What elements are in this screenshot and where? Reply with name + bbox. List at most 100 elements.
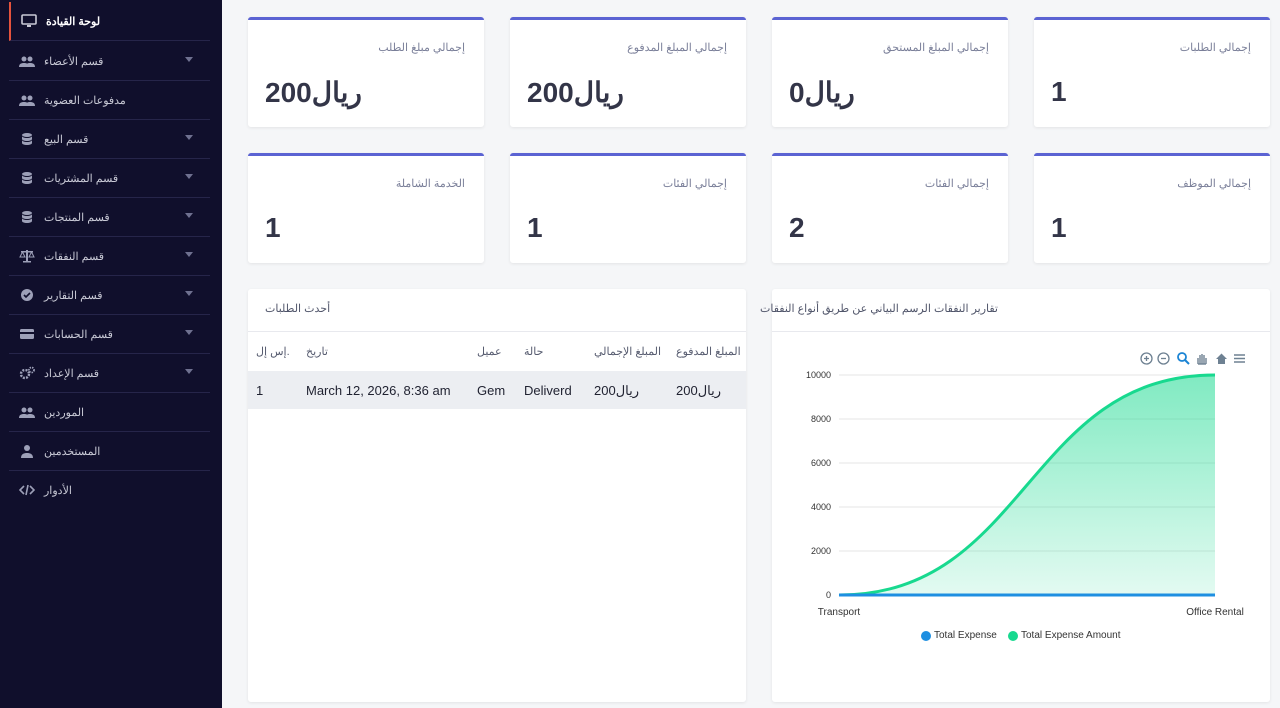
sidebar-item-label: لوحة القيادة — [46, 16, 101, 28]
chevron-down-icon — [185, 135, 193, 140]
sidebar-item-suppliers[interactable]: الموردين — [9, 393, 210, 432]
database-icon — [22, 172, 32, 184]
legend-marker[interactable] — [921, 631, 931, 641]
legend-marker[interactable] — [1008, 631, 1018, 641]
users-icon — [19, 95, 35, 106]
column-header-paid: المبلغ المدفوع — [676, 346, 741, 358]
sidebar-item-label: قسم الأعضاء — [44, 56, 104, 68]
stat-card-total-paid: إجمالي المبلغ المدفوع ريال200 — [510, 17, 746, 127]
column-header-sl: إس إل. — [256, 346, 290, 358]
chevron-down-icon — [185, 291, 193, 296]
sidebar-item-roles[interactable]: الأدوار — [9, 471, 210, 510]
column-header-total: المبلغ الإجمالي — [594, 346, 661, 358]
y-tick-label: 6000 — [811, 458, 831, 468]
y-tick-label: 2000 — [811, 546, 831, 556]
cell-total: ريال200 — [594, 383, 640, 398]
sidebar-item-products[interactable]: قسم المنتجات — [9, 198, 210, 237]
stat-card-value: 1 — [265, 212, 281, 243]
divider — [248, 331, 746, 332]
database-icon — [22, 133, 32, 145]
legend-label[interactable]: Total Expense Amount — [1021, 630, 1121, 641]
chevron-down-icon — [185, 174, 193, 179]
divider — [772, 331, 1270, 332]
chevron-down-icon — [185, 330, 193, 335]
column-header-date: تاريخ — [306, 346, 328, 358]
sidebar: لوحة القيادة قسم الأعضاء مدفوعات العضوية… — [0, 0, 222, 708]
stat-card-comprehensive-service: الخدمة الشاملة 1 — [248, 153, 484, 263]
x-tick-label: Office Rental — [1186, 607, 1244, 618]
stat-card-total-categories: إجمالي الفئات 2 — [772, 153, 1008, 263]
stat-card-title: الخدمة الشاملة — [395, 178, 465, 190]
sidebar-item-label: مدفوعات العضوية — [44, 95, 126, 107]
sidebar-item-label: قسم المنتجات — [44, 212, 110, 224]
sidebar-item-label: المستخدمين — [44, 446, 101, 458]
stat-card-value: ريال0 — [789, 77, 855, 108]
x-tick-label: Transport — [818, 607, 861, 618]
users-icon — [19, 407, 35, 418]
stat-card-total-order-amount: إجمالي مبلغ الطلب ريال200 — [248, 17, 484, 127]
sidebar-item-label: قسم الحسابات — [44, 329, 113, 341]
stat-card-title: إجمالي المبلغ المستحق — [883, 42, 989, 54]
legend-label[interactable]: Total Expense — [934, 630, 997, 641]
sidebar-item-expenses[interactable]: قسم النفقات — [9, 237, 210, 276]
stat-card-title: إجمالي الموظف — [1177, 178, 1251, 190]
y-tick-label: 4000 — [811, 502, 831, 512]
sidebar-item-membership-payments[interactable]: مدفوعات العضوية — [9, 81, 210, 120]
sidebar-item-label: قسم النفقات — [44, 251, 105, 263]
stat-card-title: إجمالي الفئات — [662, 178, 727, 190]
cell-status: Deliverd — [524, 383, 572, 398]
chevron-down-icon — [185, 213, 193, 218]
code-icon — [19, 484, 35, 496]
stat-card-total-categories-2: إجمالي الفئات 1 — [510, 153, 746, 263]
stat-card-value: 1 — [527, 212, 543, 243]
stat-card-title: إجمالي مبلغ الطلب — [378, 42, 465, 54]
panel-title: تقارير النفقات الرسم البياني عن طريق أنو… — [760, 303, 998, 315]
sidebar-item-label: قسم المشتريات — [44, 173, 119, 185]
stat-card-title: إجمالي المبلغ المدفوع — [627, 42, 727, 54]
stat-card-total-due: إجمالي المبلغ المستحق ريال0 — [772, 17, 1008, 127]
monitor-icon — [21, 14, 37, 27]
scale-icon — [19, 250, 35, 263]
credit-card-icon — [20, 329, 34, 339]
stat-card-value: 1 — [1051, 212, 1067, 243]
chevron-down-icon — [185, 252, 193, 257]
sidebar-item-sales[interactable]: قسم البيع — [9, 120, 210, 159]
panel-title: أحدث الطلبات — [265, 303, 331, 315]
users-icon — [19, 56, 35, 67]
sidebar-item-label: قسم التقارير — [44, 290, 103, 302]
sidebar-item-settings[interactable]: قسم الإعداد — [9, 354, 210, 393]
cell-paid: ريال200 — [676, 383, 722, 398]
column-header-customer: عميل — [477, 346, 502, 358]
chevron-down-icon — [185, 57, 193, 62]
sidebar-item-accounts[interactable]: قسم الحسابات — [9, 315, 210, 354]
sidebar-item-users[interactable]: المستخدمين — [9, 432, 210, 471]
cell-date: March 12, 2026, 8:36 am — [306, 383, 451, 398]
stat-card-value: 1 — [1051, 76, 1067, 107]
stat-card-total-orders: إجمالي الطلبات 1 — [1034, 17, 1270, 127]
y-tick-label: 0 — [826, 590, 831, 600]
sidebar-item-label: الأدوار — [44, 485, 72, 497]
cell-sl: 1 — [256, 383, 264, 398]
stat-card-value: ريال200 — [265, 77, 362, 108]
stat-card-value: 2 — [789, 212, 805, 243]
sidebar-item-label: قسم البيع — [44, 134, 89, 146]
stat-card-title: إجمالي الطلبات — [1179, 42, 1251, 54]
gears-icon — [19, 366, 35, 380]
y-tick-label: 10000 — [806, 370, 831, 380]
expense-area-chart: 0 2000 4000 6000 8000 10000 Transport Office Re… — [806, 370, 1244, 618]
stat-card-total-employees: إجمالي الموظف 1 — [1034, 153, 1270, 263]
sidebar-item-label: قسم الإعداد — [44, 368, 100, 380]
y-tick-label: 8000 — [811, 414, 831, 424]
sidebar-item-reports[interactable]: قسم التقارير — [9, 276, 210, 315]
column-header-status: حالة — [524, 346, 544, 358]
sidebar-item-dashboard[interactable]: لوحة القيادة — [9, 2, 210, 41]
stat-card-value: ريال200 — [527, 77, 624, 108]
cell-customer: Gem — [477, 383, 506, 398]
database-icon — [22, 211, 32, 223]
sidebar-item-members[interactable]: قسم الأعضاء — [9, 42, 210, 81]
check-circle-icon — [21, 289, 33, 301]
sidebar-item-label: الموردين — [44, 407, 85, 419]
sidebar-item-purchases[interactable]: قسم المشتريات — [9, 159, 210, 198]
user-icon — [21, 445, 33, 458]
chevron-down-icon — [185, 369, 193, 374]
